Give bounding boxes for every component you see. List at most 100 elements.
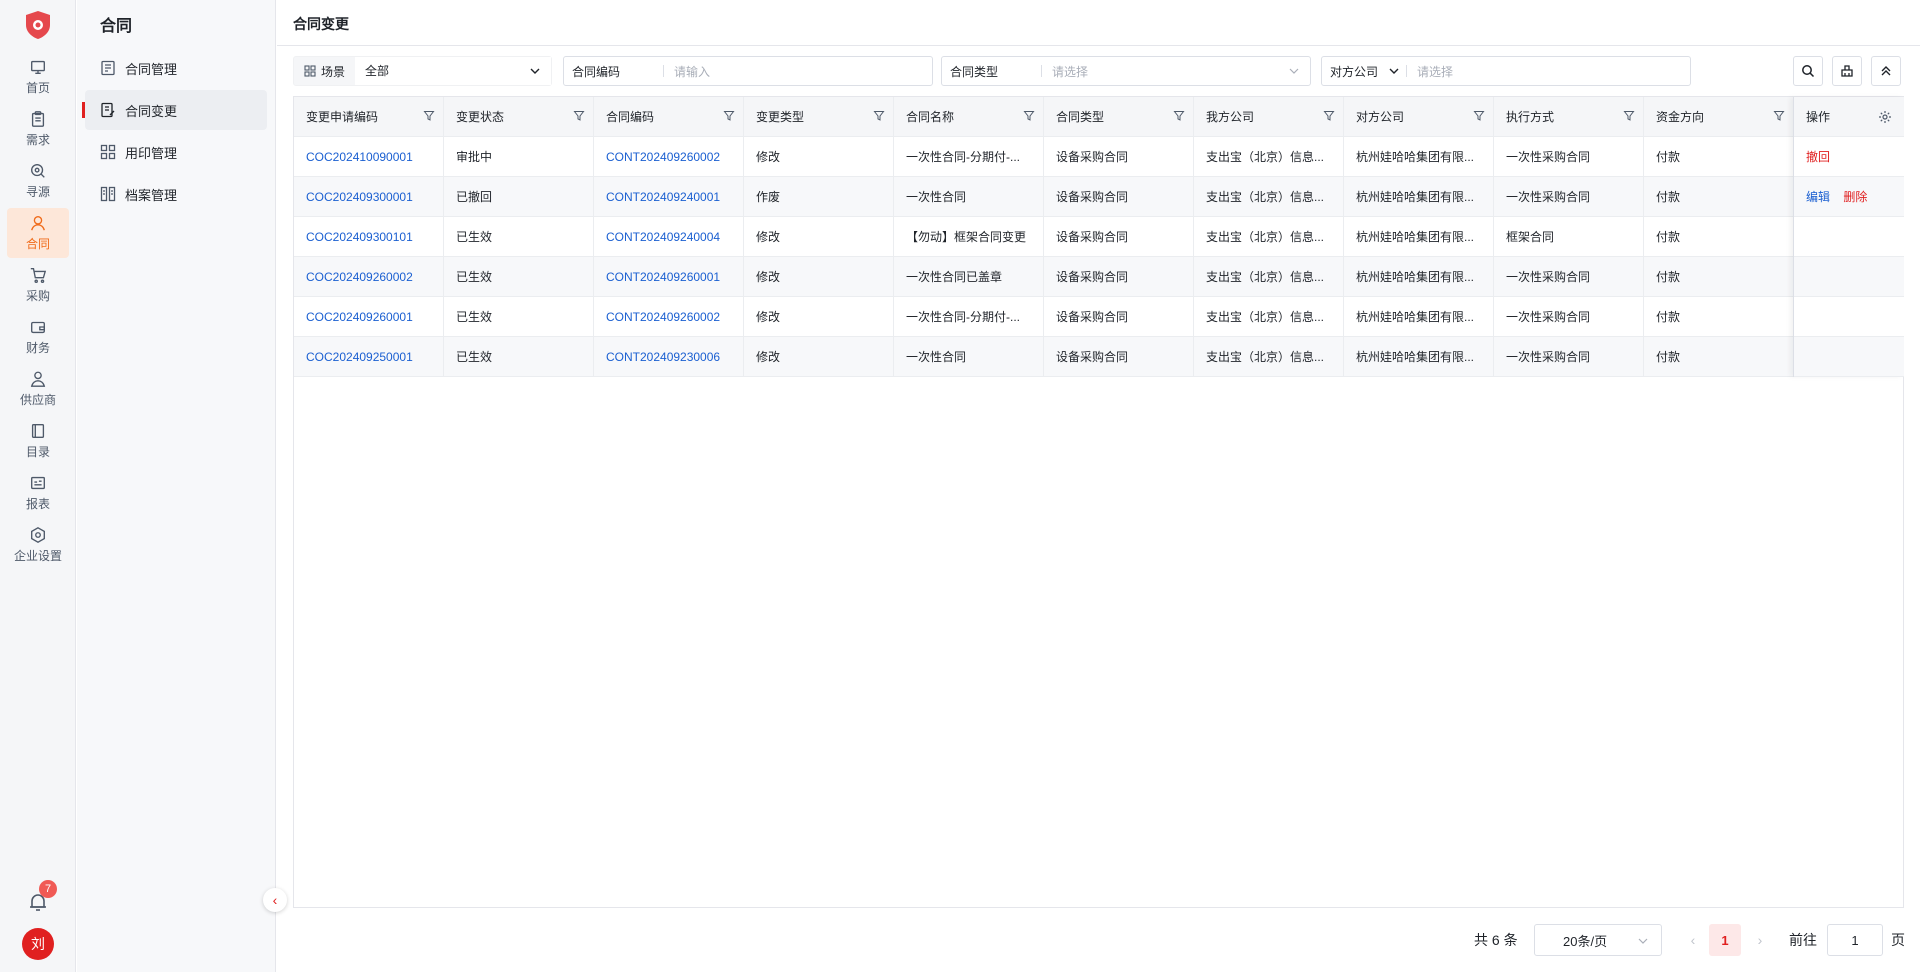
prev-page-button[interactable]: ‹	[1686, 932, 1700, 948]
withdraw-link[interactable]: 撤回	[1806, 150, 1830, 164]
table-cell-link[interactable]: COC202409250001	[294, 337, 444, 377]
table-cell-link[interactable]: COC202409260002	[294, 257, 444, 297]
header-label: 变更申请编码	[306, 110, 379, 124]
table-cell-link[interactable]: CONT202409260002	[594, 137, 744, 177]
filter-funnel-icon[interactable]	[1323, 110, 1335, 122]
subnav-item-label: 合同管理	[125, 61, 178, 77]
table-row[interactable]: COC202409300001 已撤回 CONT202409240001 作废 一次性合…	[294, 177, 1903, 217]
rail-item-0[interactable]: 首页	[7, 52, 69, 102]
table-cell: 支出宝（北京）信息...	[1194, 217, 1344, 257]
table-cell-link[interactable]: CONT202409260002	[594, 297, 744, 337]
subnav-item-archive-management[interactable]: 档案管理	[85, 174, 267, 214]
rail-item-3[interactable]: 合同	[7, 208, 69, 258]
counterparty-filter[interactable]: 对方公司 请选择	[1321, 56, 1691, 86]
table-cell: 框架合同	[1494, 217, 1644, 257]
page-size-value: 20条/页	[1563, 933, 1608, 949]
filter-funnel-icon[interactable]	[1773, 110, 1785, 122]
contract-code-filter[interactable]: 合同编码 请输入	[563, 56, 933, 86]
table-cell: 一次性合同	[894, 177, 1044, 217]
collapse-filter-button[interactable]	[1871, 56, 1901, 86]
page-number-current[interactable]: 1	[1709, 924, 1741, 956]
page-size-select[interactable]: 20条/页	[1534, 924, 1662, 956]
op-header-label: 操作	[1806, 110, 1831, 124]
table-cell-link[interactable]: COC202409300001	[294, 177, 444, 217]
rail-item-9[interactable]: 企业设置	[7, 520, 69, 570]
table-row[interactable]: COC202409300101 已生效 CONT202409240004 修改 【勿动】…	[294, 217, 1903, 257]
rail-item-7[interactable]: 目录	[7, 416, 69, 466]
rail-item-label: 目录	[25, 445, 50, 459]
table-cell-link[interactable]: COC202410090001	[294, 137, 444, 177]
filter-funnel-icon[interactable]	[573, 110, 585, 122]
avatar[interactable]: 刘	[22, 928, 54, 960]
table-cell-link[interactable]: CONT202409240004	[594, 217, 744, 257]
total-count: 共 6 条	[1474, 932, 1518, 948]
table-cell: 设备采购合同	[1044, 297, 1194, 337]
scene-label: 场景	[321, 64, 346, 79]
rail-item-4[interactable]: 采购	[7, 260, 69, 310]
delete-link[interactable]: 删除	[1843, 190, 1867, 204]
op-cell: 编辑 删除	[1794, 177, 1904, 217]
table-cell: 修改	[744, 337, 894, 377]
table-cell: 【勿动】框架合同变更	[894, 217, 1044, 257]
counterparty-label[interactable]: 对方公司	[1322, 63, 1388, 80]
header-label: 合同类型	[1056, 110, 1105, 124]
edit-link[interactable]: 编辑	[1806, 190, 1830, 204]
table-row[interactable]: COC202410090001 审批中 CONT202409260002 修改 一次性合…	[294, 137, 1903, 177]
table-header-cell: 合同编码	[594, 97, 744, 137]
rail-item-1[interactable]: 需求	[7, 104, 69, 154]
contract-code-input[interactable]: 请输入	[664, 63, 932, 80]
filter-funnel-icon[interactable]	[1623, 110, 1635, 122]
contract-type-select[interactable]: 请选择	[1042, 63, 1288, 80]
table-cell-link[interactable]: CONT202409230006	[594, 337, 744, 377]
table-row[interactable]: COC202409260001 已生效 CONT202409260002 修改 一次性合…	[294, 297, 1903, 337]
rail-item-label: 首页	[25, 81, 50, 95]
filter-funnel-icon[interactable]	[723, 110, 735, 122]
table-cell-link[interactable]: CONT202409240001	[594, 177, 744, 217]
table-cell: 作废	[744, 177, 894, 217]
table-cell: 修改	[744, 257, 894, 297]
table-cell-link[interactable]: COC202409260001	[294, 297, 444, 337]
next-page-button[interactable]: ›	[1753, 932, 1767, 948]
filter-funnel-icon[interactable]	[1023, 110, 1035, 122]
rail-item-6[interactable]: 供应商	[7, 364, 69, 414]
counterparty-select[interactable]: 请选择	[1407, 63, 1690, 80]
settings-icon	[31, 527, 45, 543]
table-cell: 已生效	[444, 217, 594, 257]
rail-item-label: 财务	[25, 341, 50, 355]
rail-item-label: 企业设置	[13, 549, 62, 563]
subnav-item-contract-management[interactable]: 合同管理	[85, 48, 267, 88]
contract-type-filter[interactable]: 合同类型 请选择	[941, 56, 1311, 86]
filter-funnel-icon[interactable]	[1473, 110, 1485, 122]
op-cell	[1794, 257, 1904, 297]
table-cell-link[interactable]: CONT202409260001	[594, 257, 744, 297]
table-cell: 修改	[744, 297, 894, 337]
table-cell: 付款	[1644, 177, 1794, 217]
table-cell-link[interactable]: COC202409300101	[294, 217, 444, 257]
table-cell: 支出宝（北京）信息...	[1194, 257, 1344, 297]
rail-item-label: 报表	[25, 497, 50, 511]
filter-funnel-icon[interactable]	[423, 110, 435, 122]
subnav-item-seal-management[interactable]: 用印管理	[85, 132, 267, 172]
goto-page-input[interactable]: 1	[1827, 924, 1883, 956]
rail-item-8[interactable]: 报表	[7, 468, 69, 518]
table-row[interactable]: COC202409250001 已生效 CONT202409230006 修改 一次性合…	[294, 337, 1903, 377]
rail-item-label: 寻源	[25, 185, 50, 199]
table-cell: 修改	[744, 137, 894, 177]
table-cell: 审批中	[444, 137, 594, 177]
scene-select[interactable]: 场景 全部	[293, 56, 552, 86]
filter-funnel-icon[interactable]	[1173, 110, 1185, 122]
table-cell: 设备采购合同	[1044, 137, 1194, 177]
table-cell: 一次性采购合同	[1494, 257, 1644, 297]
clear-button[interactable]	[1832, 56, 1862, 86]
rail-item-2[interactable]: 寻源	[7, 156, 69, 206]
table-cell: 一次性采购合同	[1494, 137, 1644, 177]
table-cell: 杭州娃哈哈集团有限...	[1344, 337, 1494, 377]
gear-icon[interactable]	[1878, 110, 1892, 124]
header-label: 合同编码	[606, 110, 655, 124]
subnav-item-contract-change[interactable]: 合同变更	[82, 90, 267, 130]
table-row[interactable]: COC202409260002 已生效 CONT202409260001 修改 一次性合…	[294, 257, 1903, 297]
search-button[interactable]	[1793, 56, 1823, 86]
filter-funnel-icon[interactable]	[873, 110, 885, 122]
rail-item-5[interactable]: 财务	[7, 312, 69, 362]
header-label: 资金方向	[1656, 110, 1705, 124]
